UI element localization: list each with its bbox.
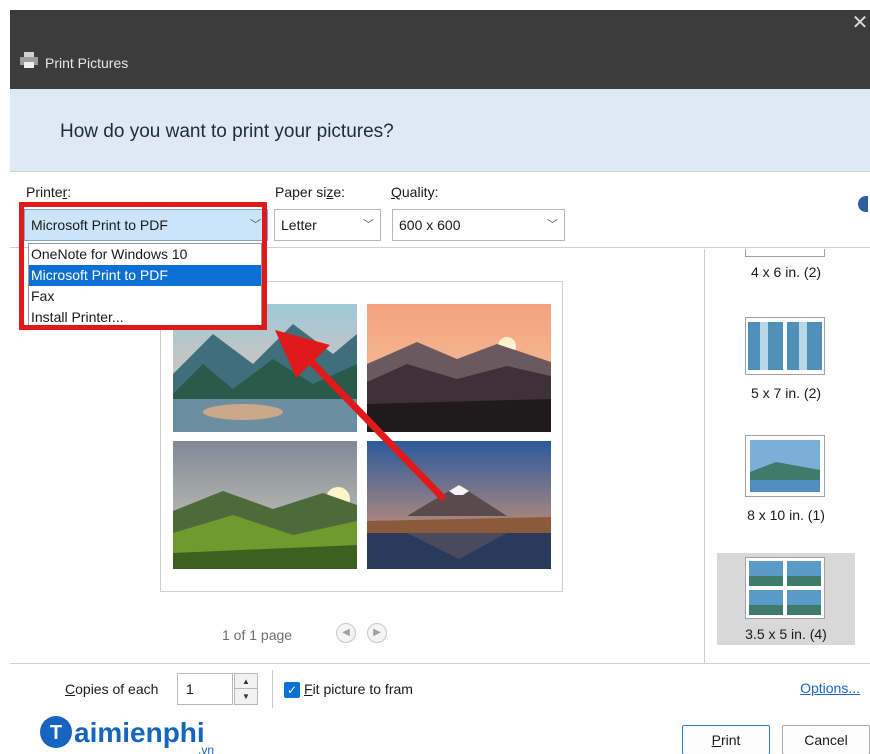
- layout-thumbnail: [745, 317, 825, 375]
- cancel-button[interactable]: Cancel: [782, 725, 870, 754]
- fit-picture-checkbox[interactable]: ✓: [284, 682, 300, 698]
- fit-picture-label: Fit picture to fram: [304, 681, 413, 697]
- layout-caption: 5 x 7 in. (2): [750, 385, 822, 401]
- copies-label: Copies of each: [65, 681, 159, 697]
- svg-text:aimienphi: aimienphi: [74, 717, 205, 748]
- layout-thumbnail: [745, 435, 825, 497]
- layout-thumbnail: [745, 557, 825, 619]
- layout-option-4x6[interactable]: 4 x 6 in. (2): [717, 249, 855, 299]
- svg-text:T: T: [50, 722, 62, 744]
- layout-option-5x7[interactable]: 5 x 7 in. (2): [717, 317, 855, 417]
- spin-up-icon[interactable]: ▲: [235, 674, 257, 689]
- layout-panel: 4 x 6 in. (2) 5 x 7 in. (2) 8 x 10 in. (…: [704, 249, 866, 663]
- layout-caption: 8 x 10 in. (1): [747, 507, 825, 523]
- options-link[interactable]: Options...: [800, 680, 860, 696]
- spin-down-icon[interactable]: ▼: [235, 689, 257, 704]
- layout-caption: 4 x 6 in. (2): [750, 264, 822, 280]
- print-button[interactable]: Print: [682, 725, 770, 754]
- layout-caption: 3.5 x 5 in. (4): [745, 626, 827, 642]
- copies-input[interactable]: 1: [177, 673, 233, 705]
- thumbnail-image: [750, 440, 820, 492]
- layout-thumbnail: [745, 249, 825, 257]
- layout-option-8x10[interactable]: 8 x 10 in. (1): [717, 435, 855, 535]
- layout-option-3-5x5[interactable]: 3.5 x 5 in. (4): [717, 553, 855, 645]
- thumbnail-image: [749, 561, 821, 615]
- thumbnail-image: [748, 322, 822, 370]
- bottom-bar: Copies of each 1 ▲ ▼ ✓ Fit picture to fr…: [10, 663, 870, 754]
- copies-spinner[interactable]: ▲ ▼: [234, 673, 258, 705]
- svg-text:.vn: .vn: [198, 743, 214, 754]
- taimienphi-logo: T aimienphi .vn: [40, 716, 214, 754]
- divider: [272, 670, 273, 708]
